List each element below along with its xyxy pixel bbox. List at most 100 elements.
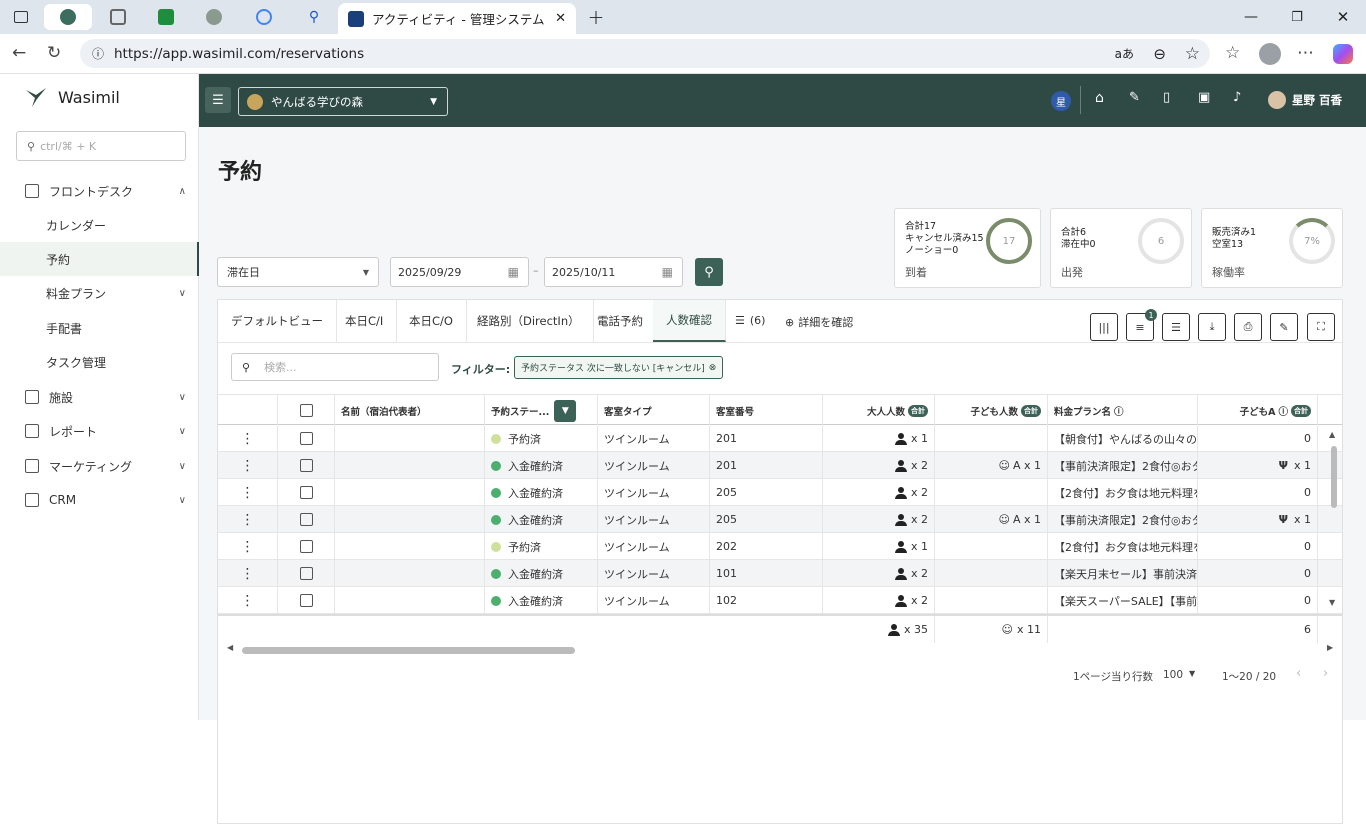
guest-name[interactable] [335, 506, 485, 533]
calendar-icon[interactable]: ▣ [1198, 90, 1210, 105]
user-badge[interactable]: 星 [1051, 91, 1071, 111]
favorite-star-icon[interactable]: ☆ [1185, 44, 1200, 64]
view-tab-today-ci[interactable]: 本日C/I [332, 300, 398, 342]
row-menu-icon[interactable]: ⋮ [218, 479, 278, 506]
bell-icon[interactable]: ♪ [1233, 90, 1241, 105]
plan-cell[interactable]: 【楽天スーパーSALE】【事前決 [1048, 587, 1198, 614]
more-menu-icon[interactable]: ⋯ [1297, 43, 1314, 63]
rows-per-page-select[interactable]: 100 ▼ [1163, 669, 1195, 681]
more-views-button[interactable]: ☰ (6) [735, 314, 765, 327]
tab-actions-icon[interactable] [10, 4, 32, 30]
sidebar-item-marketing[interactable]: マーケティング ∨ [0, 449, 198, 483]
tab-favicon-globe[interactable] [200, 4, 228, 30]
site-info-icon[interactable]: ⓘ [92, 45, 104, 62]
row-menu-icon[interactable]: ⋮ [218, 560, 278, 587]
brand[interactable]: Wasimil [24, 86, 120, 108]
tab-favicon-wasimil[interactable] [44, 4, 92, 30]
edit-button[interactable]: ✎ [1270, 313, 1298, 341]
date-from-field[interactable]: 2025/09/29 ▦ [390, 257, 529, 287]
date-type-select[interactable]: 滞在日 ▼ [217, 257, 379, 287]
row-menu-icon[interactable]: ⋮ [218, 587, 278, 614]
sidebar-item-frontdesk[interactable]: フロントデスク ∧ [0, 174, 198, 208]
columns-button[interactable]: ||| [1090, 313, 1118, 341]
column-header-room-no[interactable]: 客室番号 [710, 395, 823, 426]
property-select[interactable]: やんばる学びの森 ▼ [238, 87, 448, 116]
plan-cell[interactable]: 【朝食付】やんばるの山々の [1048, 425, 1198, 452]
row-menu-icon[interactable]: ⋮ [218, 452, 278, 479]
column-header-plan[interactable]: 料金プラン名 ⓘ [1048, 395, 1198, 426]
table-row[interactable]: ⋮ 入金確約済 ツインルーム 101 x 2 【楽天月末セール】事前決済 0 [218, 560, 1342, 587]
close-window-icon[interactable]: ✕ [1332, 4, 1354, 30]
fullscreen-button[interactable]: ⛶ [1307, 313, 1335, 341]
column-header-room-type[interactable]: 客室タイプ [598, 395, 710, 426]
user-menu[interactable]: 星野 百香 [1268, 91, 1342, 109]
filter-chip[interactable]: 予約ステータス 次に一致しない [キャンセル] ⊗ [514, 356, 724, 379]
row-checkbox[interactable] [299, 486, 313, 499]
column-header-status[interactable]: 予約ステー... ▼ [485, 395, 598, 426]
density-button[interactable]: ☰ [1162, 313, 1190, 341]
cleaning-icon[interactable]: ✎ [1129, 90, 1140, 105]
guest-name[interactable] [335, 479, 485, 506]
row-select[interactable] [278, 506, 335, 533]
table-row[interactable]: ⋮ 予約済 ツインルーム 202 x 1 【2食付】お夕食は地元料理を 0 [218, 533, 1342, 560]
favorites-icon[interactable]: ☆ [1225, 43, 1240, 63]
scroll-up-icon[interactable]: ▲ [1329, 430, 1335, 439]
back-icon[interactable]: ← [12, 43, 26, 63]
view-tab-phone[interactable]: 電話予約 [584, 300, 657, 342]
stat-card-arrivals[interactable]: 合計17 キャンセル済み15 ノーショー0 到着 17 [894, 208, 1041, 288]
table-search-input[interactable]: ⚲ 検索... [231, 353, 439, 381]
table-row[interactable]: ⋮ 入金確約済 ツインルーム 102 x 2 【楽天スーパーSALE】【事前決 0 [218, 587, 1342, 614]
plan-cell[interactable]: 【楽天月末セール】事前決済 [1048, 560, 1198, 587]
table-row[interactable]: ⋮ 入金確約済 ツインルーム 201 x 2 ☺ A x 1 【事前決済限定】2食付◎おタ Ψx… [218, 452, 1342, 479]
guest-name[interactable] [335, 452, 485, 479]
row-checkbox[interactable] [299, 432, 313, 445]
minimize-icon[interactable]: — [1240, 4, 1262, 30]
select-all-checkbox[interactable] [299, 404, 313, 417]
tab-close-icon[interactable]: ✕ [555, 11, 566, 26]
stat-card-departures[interactable]: 合計6 滞在中0 出発 6 [1050, 208, 1192, 288]
date-to-field[interactable]: 2025/10/11 ▦ [544, 257, 683, 287]
tab-favicon-search-icon[interactable]: ⚲ [300, 4, 328, 30]
row-select[interactable] [278, 425, 335, 452]
row-menu-icon[interactable]: ⋮ [218, 533, 278, 560]
plan-cell[interactable]: 【事前決済限定】2食付◎おタ [1048, 506, 1198, 533]
plan-cell[interactable]: 【2食付】お夕食は地元料理を [1048, 479, 1198, 506]
address-field[interactable]: ⓘ https://app.wasimil.com/reservations a… [80, 39, 1210, 68]
guest-name[interactable] [335, 425, 485, 452]
horizontal-scrollbar-thumb[interactable] [242, 647, 575, 654]
view-tab-today-co[interactable]: 本日C/O [396, 300, 467, 342]
table-row[interactable]: ⋮ 入金確約済 ツインルーム 205 x 2 ☺ A x 1 【事前決済限定】2食付◎おタ Ψx… [218, 506, 1342, 533]
view-tab-headcount[interactable]: 人数確認 [653, 300, 726, 342]
vertical-scrollbar-thumb[interactable] [1331, 446, 1337, 508]
column-header-select[interactable] [278, 395, 335, 426]
search-button[interactable]: ⚲ [695, 258, 723, 286]
calendar-icon[interactable]: ▦ [662, 265, 673, 279]
guest-name[interactable] [335, 533, 485, 560]
tab-favicon-sheets[interactable] [152, 4, 180, 30]
plan-cell[interactable]: 【事前決済限定】2食付◎おタ [1048, 452, 1198, 479]
column-header-children[interactable]: 子ども人数 合計 [935, 395, 1048, 426]
document-icon[interactable]: ▯ [1163, 90, 1170, 105]
stat-card-occupancy[interactable]: 販売済み1 空室13 稼働率 7% [1201, 208, 1343, 288]
row-checkbox[interactable] [299, 540, 313, 553]
download-button[interactable]: ⤓ [1198, 313, 1226, 341]
view-tab-route[interactable]: 経路別（DirectIn） [464, 300, 594, 342]
close-icon[interactable]: ⊗ [709, 363, 717, 373]
scroll-down-icon[interactable]: ▼ [1329, 598, 1335, 607]
row-select[interactable] [278, 533, 335, 560]
sidebar-search-input[interactable]: ⚲ ctrl/⌘ + K [16, 131, 186, 161]
print-button[interactable]: ⎙ [1234, 313, 1262, 341]
active-tab[interactable]: アクティビティ - 管理システム ✕ [338, 3, 576, 34]
row-select[interactable] [278, 479, 335, 506]
row-select[interactable] [278, 560, 335, 587]
reader-mode-icon[interactable]: aあ [1115, 45, 1134, 62]
row-checkbox[interactable] [299, 459, 313, 472]
column-header-child-a[interactable]: 子どもA ⓘ 合計 [1198, 395, 1318, 426]
filter-button[interactable]: ≡ 1 [1126, 309, 1157, 341]
tab-favicon-app[interactable] [104, 4, 132, 30]
row-checkbox[interactable] [299, 594, 313, 607]
reload-icon[interactable]: ↻ [47, 43, 61, 63]
column-header-adults[interactable]: 大人人数 合計 [823, 395, 935, 426]
profile-avatar[interactable] [1259, 43, 1281, 65]
row-select[interactable] [278, 587, 335, 614]
